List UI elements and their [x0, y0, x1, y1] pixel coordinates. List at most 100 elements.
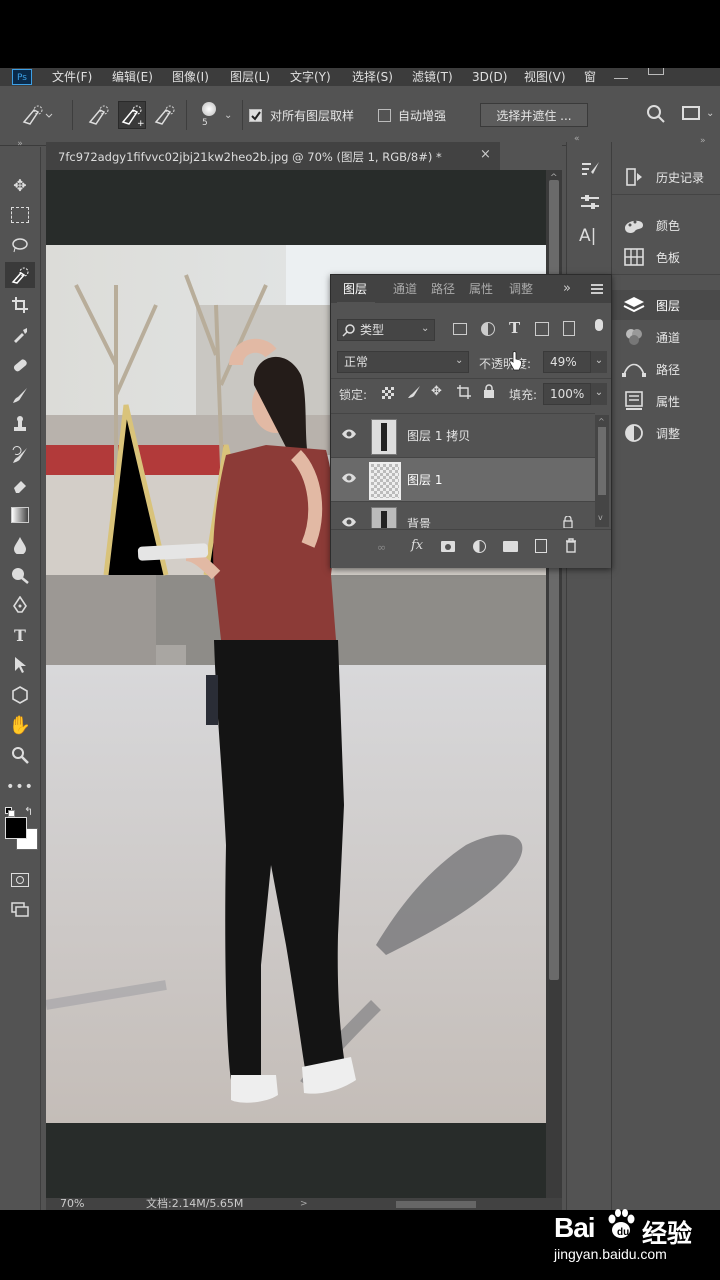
menu-view[interactable]: 视图(V)	[524, 68, 566, 86]
hand-tool-icon[interactable]: ✋	[5, 712, 35, 738]
menu-select[interactable]: 选择(S)	[352, 68, 393, 86]
search-icon[interactable]	[646, 104, 666, 124]
menu-image[interactable]: 图像(I)	[172, 68, 209, 86]
collapse-arrows-icon[interactable]: »	[5, 139, 35, 149]
lock-artboard-icon[interactable]	[457, 385, 471, 399]
tab-adjustments[interactable]: 调整	[509, 275, 533, 303]
visibility-eye-icon[interactable]	[341, 472, 357, 484]
fill-chevron-icon[interactable]: ⌄	[591, 383, 607, 405]
close-tab-icon[interactable]: ×	[480, 147, 491, 162]
quick-mask-icon[interactable]	[5, 867, 35, 893]
panel-item-properties[interactable]: 属性	[612, 386, 720, 416]
brush-tool-icon[interactable]	[5, 382, 35, 408]
filter-adjustment-icon[interactable]	[481, 322, 495, 336]
tab-layers[interactable]: 图层	[343, 275, 367, 303]
menu-layer[interactable]: 图层(L)	[230, 68, 270, 86]
history-brush-tool-icon[interactable]	[5, 442, 35, 468]
filter-smart-object-icon[interactable]	[563, 321, 575, 336]
add-mask-icon[interactable]	[441, 541, 455, 552]
menu-type[interactable]: 文字(Y)	[290, 68, 331, 86]
tab-paths[interactable]: 路径	[431, 275, 455, 303]
more-tools-icon[interactable]: •••	[5, 774, 35, 800]
new-selection-icon[interactable]	[86, 102, 112, 128]
character-icon[interactable]: A|	[579, 226, 601, 246]
menu-3d[interactable]: 3D(D)	[472, 68, 507, 86]
panel-item-swatches[interactable]: 色板	[612, 242, 720, 272]
more-tabs-icon[interactable]: »	[563, 281, 571, 296]
menu-window[interactable]: 窗	[584, 68, 596, 86]
zoom-level[interactable]: 70%	[60, 1198, 84, 1210]
lasso-tool-icon[interactable]	[5, 232, 35, 258]
panel-item-channels[interactable]: 通道	[612, 322, 720, 352]
quick-selection-tool-icon[interactable]	[5, 262, 35, 288]
opacity-input[interactable]: 49%	[543, 351, 591, 373]
panel-list-collapse-icon[interactable]: »	[700, 136, 706, 146]
panel-item-history[interactable]: 历史记录	[612, 162, 720, 192]
dodge-tool-icon[interactable]	[5, 562, 35, 588]
link-layers-icon[interactable]: ∞	[377, 541, 386, 554]
close-window-icon[interactable]	[684, 68, 698, 78]
new-layer-icon[interactable]	[535, 539, 547, 553]
marquee-tool-icon[interactable]	[5, 202, 35, 228]
default-colors-icon[interactable]	[5, 807, 15, 817]
zoom-tool-icon[interactable]	[5, 742, 35, 768]
layer-style-fx-icon[interactable]: fx	[411, 538, 423, 553]
filter-toggle-icon[interactable]	[595, 319, 603, 331]
crop-tool-icon[interactable]	[5, 292, 35, 318]
filter-type-icon[interactable]: T	[509, 319, 520, 337]
menu-filter[interactable]: 滤镜(T)	[412, 68, 453, 86]
shape-tool-icon[interactable]	[5, 682, 35, 708]
subtract-selection-icon[interactable]	[152, 102, 178, 128]
new-adjustment-layer-icon[interactable]	[473, 540, 486, 553]
lock-pixels-icon[interactable]	[407, 385, 421, 399]
healing-brush-tool-icon[interactable]	[5, 352, 35, 378]
dock-collapse-icon[interactable]: «	[574, 134, 580, 144]
auto-enhance-checkbox[interactable]	[378, 109, 391, 122]
panel-item-color[interactable]: 颜色	[612, 210, 720, 240]
lock-all-icon[interactable]	[483, 384, 495, 398]
layer-row-layer1[interactable]: 图层 1	[331, 457, 595, 502]
maximize-icon[interactable]	[648, 68, 664, 75]
status-arrow-icon[interactable]: >	[300, 1198, 308, 1210]
menu-edit[interactable]: 编辑(E)	[112, 68, 153, 86]
visibility-eye-icon[interactable]	[341, 516, 357, 528]
layers-scroll-down-icon[interactable]: v	[598, 513, 603, 522]
lock-transparent-icon[interactable]	[382, 387, 394, 399]
layer-row-background[interactable]: 背景	[331, 501, 595, 528]
new-group-folder-icon[interactable]	[503, 541, 518, 552]
workspace-chevron-icon[interactable]: ⌄	[706, 108, 714, 119]
gradient-tool-icon[interactable]	[5, 502, 35, 528]
move-tool-icon[interactable]: ✥	[5, 172, 35, 198]
document-tab[interactable]: 7fc972adgy1fifvvc02jbj21kw2heo2b.jpg @ 7…	[46, 142, 500, 170]
layer-row-copy[interactable]: 图层 1 拷贝	[331, 413, 595, 458]
horizontal-scrollbar-thumb[interactable]	[396, 1201, 476, 1208]
fill-input[interactable]: 100%	[543, 383, 591, 405]
clone-stamp-tool-icon[interactable]	[5, 412, 35, 438]
lock-position-icon[interactable]: ✥	[431, 385, 445, 399]
minimize-icon[interactable]	[614, 68, 628, 79]
eyedropper-tool-icon[interactable]	[5, 322, 35, 348]
pen-tool-icon[interactable]	[5, 592, 35, 618]
menu-file[interactable]: 文件(F)	[52, 68, 92, 86]
blend-mode-select[interactable]: 正常	[337, 351, 469, 373]
blur-tool-icon[interactable]	[5, 532, 35, 558]
brush-picker[interactable]: 5	[196, 100, 226, 134]
visibility-eye-icon[interactable]	[341, 428, 357, 440]
filter-shape-icon[interactable]	[535, 322, 549, 336]
chevron-down-icon[interactable]: ⌄	[224, 110, 232, 121]
brush-presets-icon[interactable]	[579, 192, 601, 212]
layers-scroll-up-icon[interactable]: ^	[598, 417, 605, 426]
panel-item-layers[interactable]: 图层	[612, 290, 720, 320]
panel-menu-icon[interactable]	[591, 284, 603, 294]
brush-settings-icon[interactable]	[579, 160, 601, 180]
sample-all-layers-checkbox[interactable]	[249, 109, 262, 122]
type-tool-icon[interactable]: T	[5, 622, 35, 648]
layers-scrollbar[interactable]: ^ v	[595, 415, 609, 527]
screen-mode-icon[interactable]	[5, 897, 35, 923]
filter-pixel-icon[interactable]	[453, 323, 467, 335]
delete-layer-trash-icon[interactable]	[565, 538, 577, 553]
tab-channels[interactable]: 通道	[393, 275, 417, 303]
foreground-color-swatch[interactable]	[5, 817, 27, 839]
quick-select-preset-icon[interactable]	[20, 102, 53, 128]
opacity-chevron-icon[interactable]: ⌄	[591, 351, 607, 373]
